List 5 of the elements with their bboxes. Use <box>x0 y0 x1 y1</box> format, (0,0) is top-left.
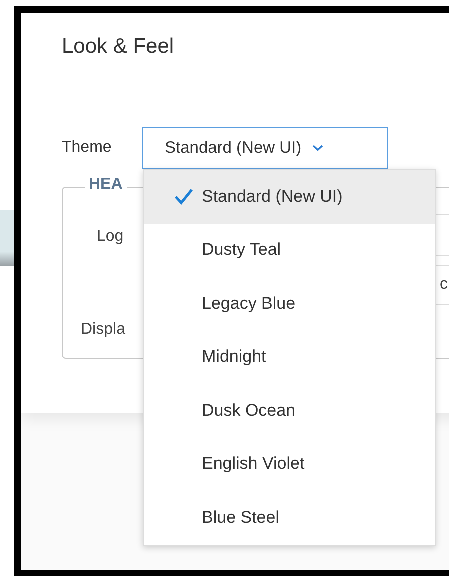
field-text: c <box>440 276 448 294</box>
window-title: Look & Feel <box>62 34 176 59</box>
theme-label: Theme <box>62 139 113 157</box>
logo-label: Log <box>97 228 124 246</box>
display-label: Displa <box>81 321 126 339</box>
